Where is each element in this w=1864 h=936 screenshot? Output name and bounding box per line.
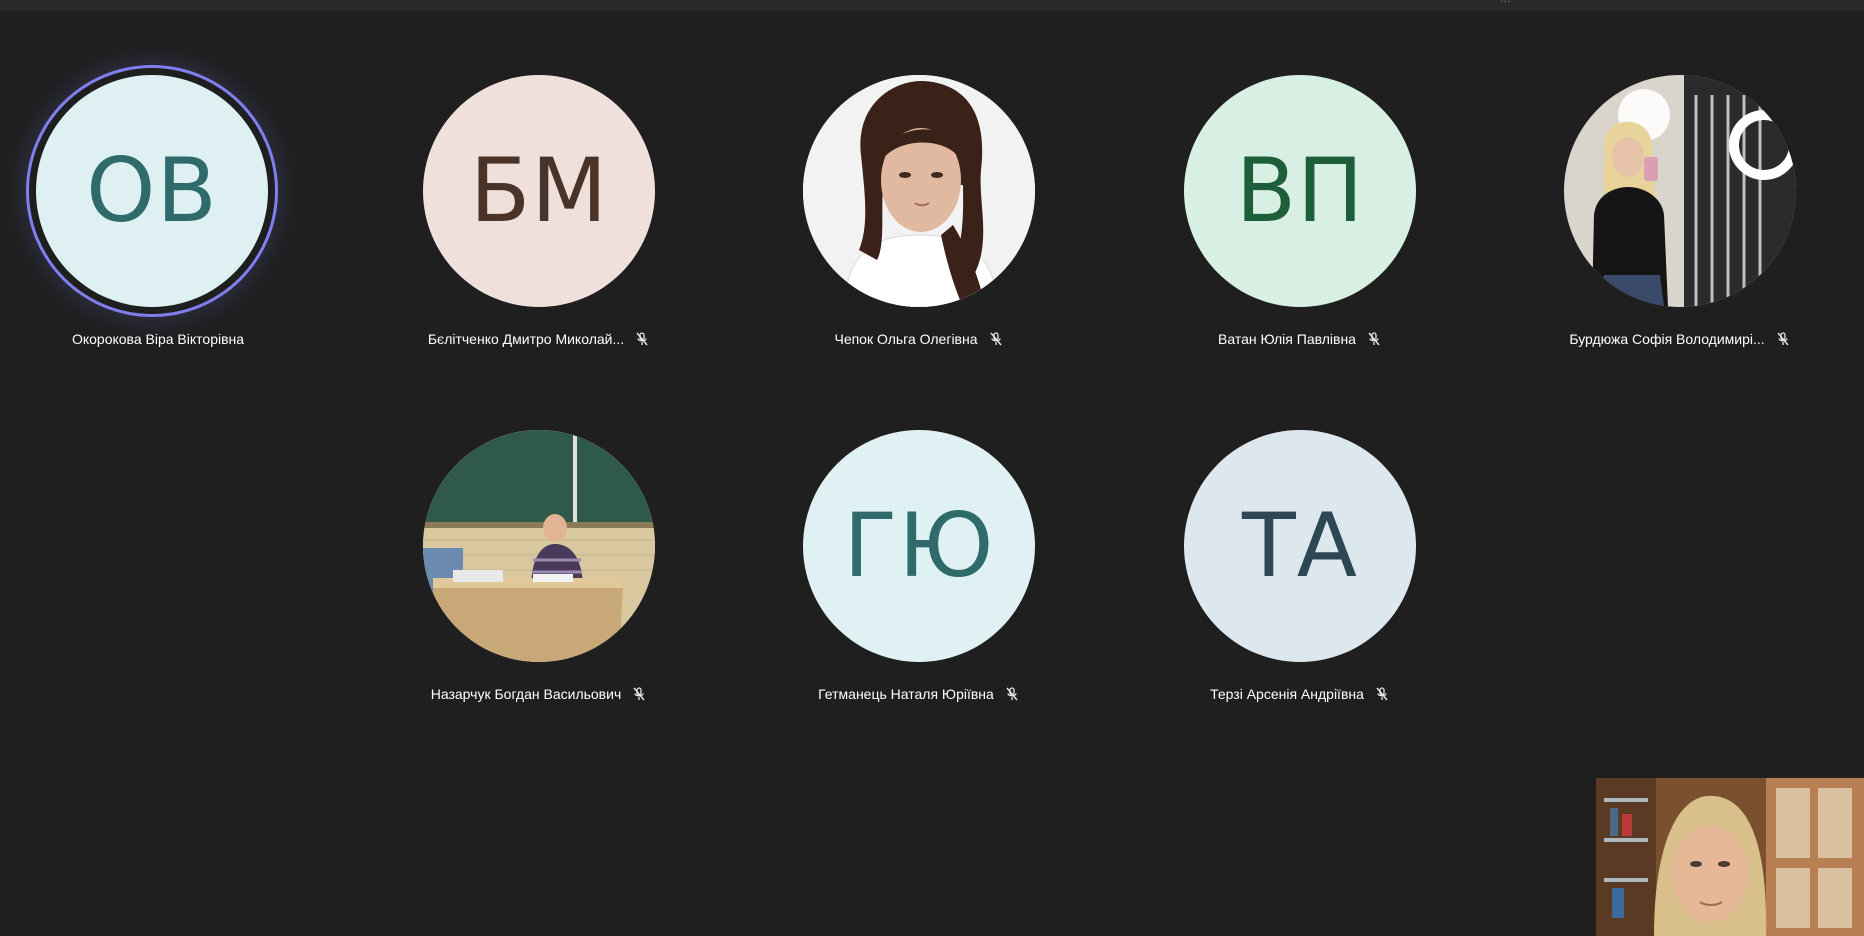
participant-name: Бурдюжа Софія Володимирі... — [1569, 331, 1765, 347]
participant-avatar[interactable]: БМ — [423, 75, 655, 307]
participant-tile[interactable]: ТА Терзі Арсенія Андріївна — [1108, 430, 1468, 730]
avatar-initials: ВП — [1235, 139, 1365, 242]
webcam-photo — [1596, 778, 1864, 936]
participant-name: Окорокова Віра Вікторівна — [71, 331, 245, 347]
participant-photo[interactable] — [423, 430, 655, 662]
participant-name: Ватан Юлія Павлівна — [1218, 331, 1356, 347]
participant-tile[interactable]: ВП Ватан Юлія Павлівна — [1108, 75, 1468, 375]
mic-off-icon — [1775, 331, 1791, 347]
participant-name-row: Чепок Ольга Олегівна — [727, 331, 1111, 347]
participant-tile[interactable]: ГЮ Гетманець Наталя Юріївна — [727, 430, 1087, 730]
participant-tile[interactable]: ОВ Окорокова Віра Вікторівна — [0, 75, 360, 375]
participant-photo[interactable] — [803, 75, 1035, 307]
portrait-photo — [803, 75, 1035, 307]
avatar-initials: БМ — [469, 139, 609, 242]
participant-name: Бєлітченко Дмитро Миколай... — [427, 331, 625, 347]
mic-off-icon — [634, 331, 650, 347]
avatar-initials: ГЮ — [843, 494, 995, 597]
mic-off-icon — [1374, 686, 1390, 702]
mic-off-icon — [1366, 331, 1382, 347]
participant-name-row: Терзі Арсенія Андріївна — [1108, 686, 1492, 702]
participant-avatar[interactable]: ТА — [1184, 430, 1416, 662]
participant-name-row: Бєлітченко Дмитро Миколай... — [347, 331, 731, 347]
avatar-initials: ТА — [1242, 494, 1358, 597]
participant-name-row: Бурдюжа Софія Володимирі... — [1488, 331, 1864, 347]
participant-tile[interactable]: Назарчук Богдан Васильович — [347, 430, 707, 730]
participant-name-row: Окорокова Віра Вікторівна — [0, 331, 350, 347]
participant-name-row: Гетманець Наталя Юріївна — [727, 686, 1111, 702]
participant-avatar[interactable]: ВП — [1184, 75, 1416, 307]
participant-photo[interactable] — [1564, 75, 1796, 307]
avatar-initials: ОВ — [86, 139, 218, 242]
participant-name: Назарчук Богдан Васильович — [430, 686, 622, 702]
participant-avatar[interactable]: ОВ — [36, 75, 268, 307]
mic-off-icon — [988, 331, 1004, 347]
participant-name: Чепок Ольга Олегівна — [834, 331, 978, 347]
mic-off-icon — [631, 686, 647, 702]
self-view-video[interactable] — [1596, 778, 1864, 936]
mirror-selfie-photo — [1564, 75, 1796, 307]
participant-name-row: Назарчук Богдан Васильович — [347, 686, 731, 702]
participant-tile[interactable]: Чепок Ольга Олегівна — [727, 75, 1087, 375]
participant-tile[interactable]: Бурдюжа Софія Володимирі... — [1488, 75, 1848, 375]
mic-off-icon — [1004, 686, 1020, 702]
participant-name: Гетманець Наталя Юріївна — [818, 686, 994, 702]
classroom-photo — [423, 430, 655, 662]
participant-gallery: ОВ Окорокова Віра Вікторівна БМ Бєлітчен… — [0, 0, 1864, 936]
participant-avatar[interactable]: ГЮ — [803, 430, 1035, 662]
participant-tile[interactable]: БМ Бєлітченко Дмитро Миколай... — [347, 75, 707, 375]
participant-name-row: Ватан Юлія Павлівна — [1108, 331, 1492, 347]
participant-name: Терзі Арсенія Андріївна — [1210, 686, 1364, 702]
